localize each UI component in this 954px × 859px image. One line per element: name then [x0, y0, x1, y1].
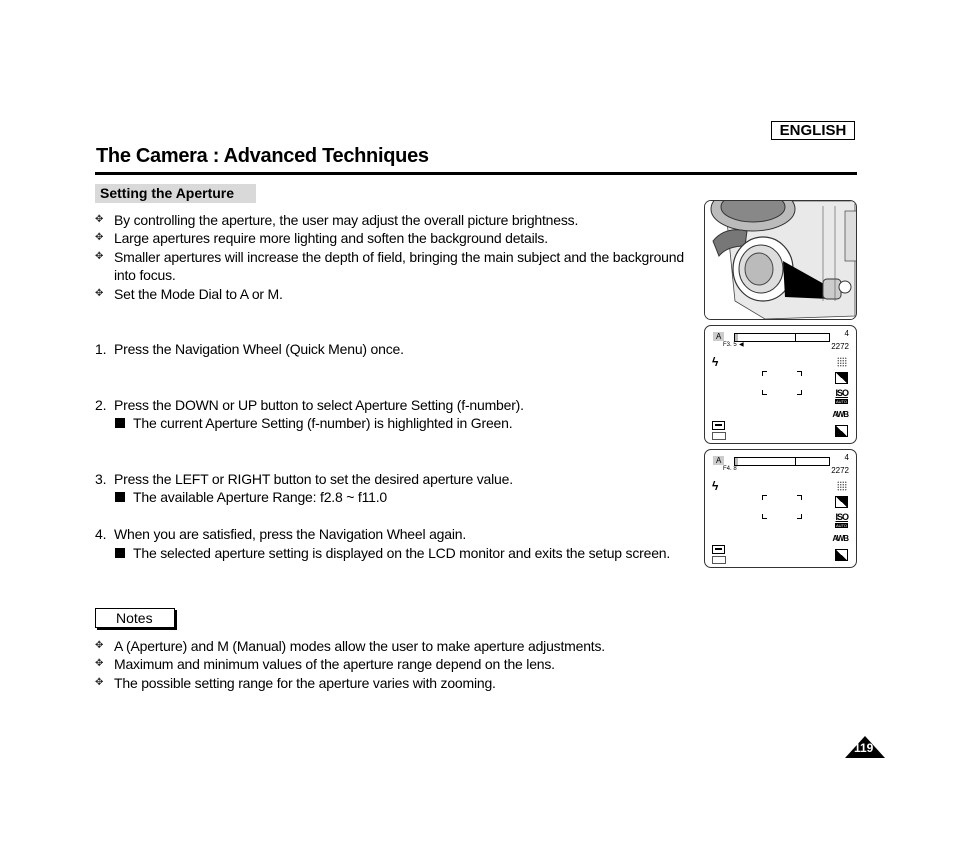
quality-icon: [837, 357, 847, 367]
language-badge: ENGLISH: [771, 121, 855, 140]
step-text: Press the LEFT or RIGHT button to set th…: [114, 471, 513, 487]
section-heading: Setting the Aperture: [95, 184, 256, 203]
page-number: 119: [854, 741, 874, 755]
metering-icon: [835, 372, 848, 384]
bullet-icon: ✥: [95, 251, 104, 262]
lcd-screen-2: A 4 F4. 8 2272 ϟ ISO AUTO AWB: [704, 449, 857, 568]
aperture-value: F3. 5: [723, 342, 737, 348]
shot-count: 4: [844, 329, 849, 338]
aperture-value: F4. 8: [723, 466, 737, 472]
intro-bullet: ✥ By controlling the aperture, the user …: [95, 211, 578, 230]
square-bullet-icon: [115, 418, 125, 429]
step-4-sub: The selected aperture setting is display…: [115, 544, 670, 563]
resolution: 2272: [831, 466, 849, 475]
resolution: 2272: [831, 342, 849, 351]
step-3-sub: The available Aperture Range: f2.8 ~ f11…: [115, 488, 387, 507]
intro-bullet-continuation: into focus.: [114, 266, 176, 285]
note-text: The possible setting range for the apert…: [114, 675, 496, 691]
step-1: 1. Press the Navigation Wheel (Quick Men…: [95, 340, 404, 359]
exposure-compensation-icon: [835, 425, 848, 437]
flash-icon: ϟ: [712, 355, 719, 369]
bullet-text: By controlling the aperture, the user ma…: [114, 212, 579, 228]
white-balance-icon: AWB: [832, 410, 849, 419]
intro-bullet: ✥ Large apertures require more lighting …: [95, 229, 548, 248]
step-number: 2.: [95, 397, 107, 413]
battery-icon: [712, 421, 725, 430]
bullet-icon: ✥: [95, 640, 104, 651]
step-text: Press the Navigation Wheel (Quick Menu) …: [114, 341, 404, 357]
camera-illustration: [704, 200, 857, 320]
focus-brackets: [762, 495, 802, 519]
intro-bullet: ✥ Set the Mode Dial to A or M.: [95, 285, 283, 304]
bullet-text: Set the Mode Dial to A or M.: [114, 286, 283, 302]
focus-brackets: [762, 371, 802, 395]
iso-icon: ISO: [835, 512, 848, 522]
sub-text: The available Aperture Range: f2.8 ~ f11…: [133, 489, 388, 505]
sub-text: The current Aperture Setting (f-number) …: [133, 415, 513, 431]
bullet-icon: ✥: [95, 658, 104, 669]
note-text: A (Aperture) and M (Manual) modes allow …: [114, 638, 605, 654]
note-item: ✥ A (Aperture) and M (Manual) modes allo…: [95, 637, 605, 656]
exposure-compensation-icon: [835, 549, 848, 561]
notes-label: Notes: [95, 608, 175, 628]
square-bullet-icon: [115, 492, 125, 503]
step-number: 4.: [95, 526, 107, 542]
step-text: Press the DOWN or UP button to select Ap…: [114, 397, 524, 413]
step-number: 1.: [95, 341, 107, 357]
bullet-text: into focus.: [114, 267, 176, 283]
step-2-sub: The current Aperture Setting (f-number) …: [115, 414, 513, 433]
note-text: Maximum and minimum values of the apertu…: [114, 656, 555, 672]
note-item: ✥ Maximum and minimum values of the aper…: [95, 655, 555, 674]
memory-card-icon: [712, 432, 726, 440]
shot-count: 4: [844, 453, 849, 462]
page-title: The Camera : Advanced Techniques: [96, 145, 429, 167]
sub-text: The selected aperture setting is display…: [133, 545, 671, 561]
iso-auto-label: AUTO: [834, 399, 848, 404]
bullet-icon: ✥: [95, 214, 104, 225]
iso-auto-label: AUTO: [834, 523, 848, 528]
aperture-bar: [734, 333, 830, 342]
square-bullet-icon: [115, 548, 125, 559]
bullet-icon: ✥: [95, 232, 104, 243]
flash-icon: ϟ: [712, 479, 719, 493]
bullet-text: Smaller apertures will increase the dept…: [114, 249, 684, 265]
step-2: 2. Press the DOWN or UP button to select…: [95, 396, 524, 415]
note-item: ✥ The possible setting range for the ape…: [95, 674, 496, 693]
bullet-text: Large apertures require more lighting an…: [114, 230, 548, 246]
step-3: 3. Press the LEFT or RIGHT button to set…: [95, 470, 513, 489]
intro-bullet: ✥ Smaller apertures will increase the de…: [95, 248, 684, 267]
bullet-icon: ✥: [95, 677, 104, 688]
lcd-screen-1: A 4 F3. 5 ◀ 2272 ϟ ISO AUTO AWB: [704, 325, 857, 444]
memory-card-icon: [712, 556, 726, 564]
step-4: 4. When you are satisfied, press the Nav…: [95, 525, 466, 544]
metering-icon: [835, 496, 848, 508]
mode-indicator: A: [713, 456, 725, 465]
title-divider: [95, 172, 857, 175]
aperture-bar: [734, 457, 830, 466]
battery-icon: [712, 545, 725, 554]
quality-icon: [837, 481, 847, 491]
step-number: 3.: [95, 471, 107, 487]
adjust-arrow-icon: ◀: [739, 342, 744, 348]
mode-indicator: A: [713, 332, 725, 341]
bullet-icon: ✥: [95, 288, 104, 299]
page-number-badge: 119: [845, 736, 885, 765]
step-text: When you are satisfied, press the Naviga…: [114, 526, 467, 542]
iso-icon: ISO: [835, 388, 848, 398]
white-balance-icon: AWB: [832, 534, 849, 543]
camera-mode-dial-drawing: [705, 201, 856, 319]
